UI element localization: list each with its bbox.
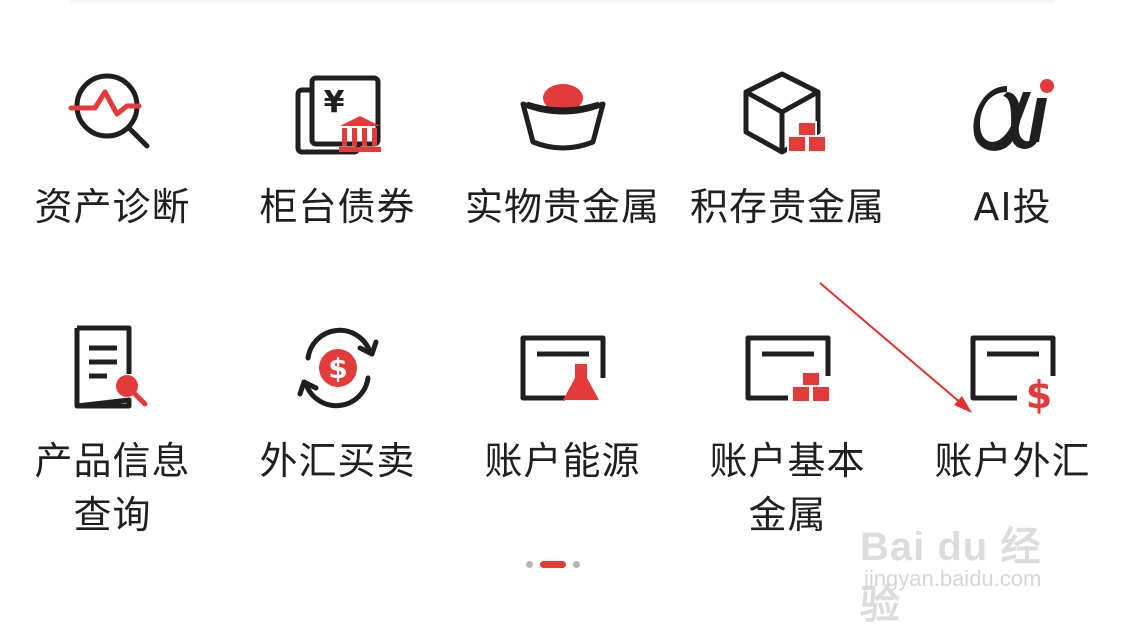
menu-item-label: AI投	[973, 185, 1052, 229]
menu-item-label: 实物贵金属	[464, 185, 660, 229]
menu-item-account-base-metals[interactable]: 账户基本 金属	[675, 322, 900, 542]
menu-item-label-line2: 查询	[73, 493, 152, 537]
svg-text:¥: ¥	[323, 85, 344, 120]
menu-item-label: 积存贵金属	[689, 185, 885, 229]
magnifier-pulse-icon	[67, 68, 159, 160]
menu-item-account-energy[interactable]: 账户能源	[450, 322, 675, 488]
card-metal-bars-icon	[742, 322, 834, 414]
menu-item-product-info-query[interactable]: 产品信息 查询	[0, 322, 225, 542]
card-dollar-icon: $	[967, 322, 1059, 417]
document-search-icon	[67, 322, 159, 414]
menu-item-account-forex[interactable]: $ 账户外汇	[900, 322, 1125, 488]
svg-text:$: $	[1025, 373, 1051, 417]
menu-item-physical-precious-metals[interactable]: 实物贵金属	[450, 68, 675, 234]
menu-item-label-line2: 金属	[748, 493, 827, 537]
menu-item-label: 账户外汇	[934, 439, 1091, 483]
menu-item-ai-invest[interactable]: AI投	[900, 68, 1125, 234]
bond-certificate-icon: ¥	[292, 68, 384, 160]
card-flask-icon	[517, 322, 609, 414]
svg-text:$: $	[328, 352, 347, 385]
menu-item-asset-diagnosis[interactable]: 资产诊断	[0, 68, 225, 234]
page-dot[interactable]	[572, 561, 580, 568]
menu-item-label: 资产诊断	[34, 185, 191, 229]
page-dot-active[interactable]	[539, 561, 566, 568]
menu-item-label-line1: 产品信息	[34, 439, 191, 483]
currency-exchange-icon: $	[292, 322, 384, 414]
menu-item-accumulated-precious-metals[interactable]: 积存贵金属	[675, 68, 900, 234]
cube-gold-bars-icon	[742, 68, 834, 160]
menu-item-counter-bonds[interactable]: ¥ 柜台债券	[225, 68, 450, 234]
gold-ingot-bowl-icon	[517, 68, 609, 160]
baidu-jingyan-watermark: Bai du 经验 jingyan.baidu.com	[860, 514, 1075, 627]
menu-item-label: 外汇买卖	[259, 439, 416, 483]
page-dot[interactable]	[525, 561, 533, 568]
menu-item-forex-trading[interactable]: $ 外汇买卖	[225, 322, 450, 488]
menu-item-label: 账户能源	[484, 439, 641, 483]
watermark-url: jingyan.baidu.com	[864, 566, 1042, 591]
menu-item-label-line1: 账户基本	[709, 439, 866, 483]
menu-item-label: 柜台债券	[259, 185, 416, 229]
ai-logo-icon	[967, 68, 1059, 160]
